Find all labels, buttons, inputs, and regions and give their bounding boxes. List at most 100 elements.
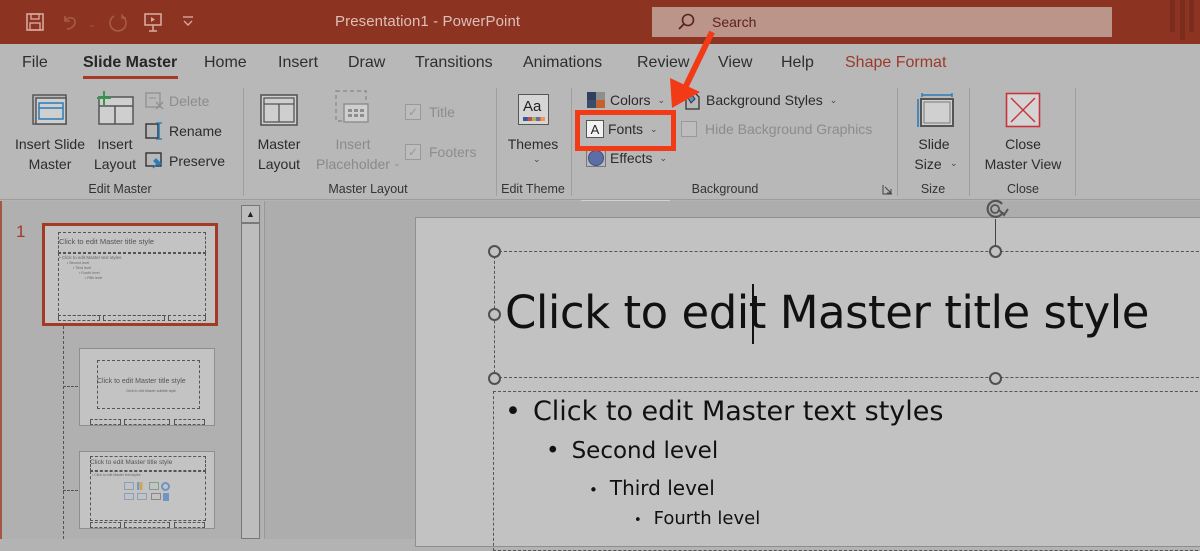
tab-insert[interactable]: Insert: [278, 54, 318, 72]
thumb-footer: [124, 522, 170, 528]
delete-button[interactable]: Delete: [145, 89, 209, 113]
colors-label: Colors: [610, 92, 651, 108]
close-master-view-icon: [1005, 92, 1041, 128]
preserve-button[interactable]: Preserve: [145, 149, 225, 173]
delete-label: Delete: [169, 93, 210, 109]
themes-label: Themes: [507, 136, 559, 152]
hide-background-graphics-label: Hide Background Graphics: [705, 121, 873, 137]
insert-layout-icon: [97, 91, 134, 125]
background-dialog-launcher-icon[interactable]: [882, 184, 893, 195]
effects-icon: [586, 149, 606, 167]
resize-handle[interactable]: [488, 308, 501, 321]
present-from-start-icon[interactable]: [143, 12, 163, 34]
tab-view[interactable]: View: [718, 54, 752, 72]
master-layout-group-label: Master Layout: [328, 182, 408, 196]
layout-thumbnail-title-content[interactable]: Click to edit Master title style • Click…: [79, 451, 215, 529]
effects-label: Effects: [610, 150, 653, 166]
insert-layout-label-1: Insert: [97, 136, 133, 152]
insert-placeholder-icon: [335, 90, 369, 123]
insert-slide-master-icon: [32, 94, 67, 125]
slide-master-thumbnail[interactable]: Click to edit Master title style • Click…: [42, 223, 218, 326]
thumb-level: • Second level: [67, 261, 90, 265]
slide-size-button[interactable]: Slide Size ⌄: [902, 88, 966, 178]
slide-number: 1: [16, 222, 26, 241]
thumb-title-text: Click to edit Master title style: [59, 237, 155, 246]
active-tab-indicator: [83, 76, 178, 79]
insert-slide-master-label-1: Insert Slide: [14, 136, 86, 152]
thumb-footer-number: [174, 522, 205, 528]
rotate-handle-stem: [995, 219, 996, 246]
background-group-label: Background: [691, 182, 759, 196]
window-control-edge: [1189, 0, 1194, 32]
resize-handle[interactable]: [488, 372, 501, 385]
bullet-level-3[interactable]: • Third level: [589, 476, 715, 500]
bullet-icon: •: [589, 481, 598, 499]
close-master-view-label-1: Close: [1005, 136, 1041, 152]
bullet-level-4[interactable]: • Fourth level: [634, 508, 760, 529]
footers-checkbox[interactable]: ✓ Footers: [405, 140, 476, 164]
bullet-level-2[interactable]: • Second level: [546, 438, 718, 464]
icons-icon: [163, 493, 169, 501]
search-input[interactable]: Search: [652, 7, 1112, 37]
rotate-handle-icon[interactable]: [983, 197, 1009, 221]
bullet-level-1-text: Click to edit Master text styles: [532, 396, 944, 427]
tab-slide-master[interactable]: Slide Master: [83, 54, 177, 72]
master-layout-label-1: Master: [257, 136, 301, 152]
thumb-footer-date: [90, 419, 121, 425]
undo-icon[interactable]: [60, 12, 80, 32]
insert-placeholder-button[interactable]: Insert Placeholder ⌄: [306, 88, 401, 178]
background-styles-chevron-icon: ⌄: [829, 94, 838, 105]
bullet-icon: •: [505, 396, 521, 427]
insert-layout-label-2: Layout: [93, 156, 137, 172]
bullet-level-3-text: Third level: [609, 476, 715, 500]
resize-handle[interactable]: [488, 245, 501, 258]
bullet-level-1[interactable]: • Click to edit Master text styles: [505, 396, 943, 427]
resize-handle[interactable]: [989, 245, 1002, 258]
smartart-icon: [149, 482, 159, 490]
search-placeholder: Search: [712, 14, 757, 30]
layout-thumbnail-title-slide[interactable]: Click to edit Master title style Click t…: [79, 348, 215, 426]
scroll-up-arrow-icon[interactable]: ▲: [242, 206, 259, 224]
tab-file[interactable]: File: [22, 54, 48, 72]
insert-placeholder-chevron-icon: ⌄: [393, 158, 401, 168]
slide-size-chevron-icon: ⌄: [950, 158, 958, 168]
master-layout-button[interactable]: Master Layout: [252, 88, 306, 178]
hide-background-graphics-checkbox[interactable]: Hide Background Graphics: [681, 117, 872, 141]
preserve-pin-icon: [145, 152, 163, 169]
slide-title-text[interactable]: Click to edit Master title style: [505, 286, 1149, 339]
resize-handle[interactable]: [989, 372, 1002, 385]
title-check-icon: ✓: [405, 104, 421, 120]
thumbnail-scrollbar[interactable]: ▲: [241, 205, 260, 539]
customize-toolbar-icon[interactable]: [181, 15, 195, 29]
group-separator: [1075, 88, 1076, 196]
redo-icon[interactable]: [107, 12, 129, 34]
layout-connector-branch: [63, 490, 78, 491]
thumb-footer: [103, 315, 165, 321]
thumb-level: • Third level: [73, 266, 92, 270]
title-bar: ⌄ Presentation1 - PowerPoint Search: [0, 0, 1200, 44]
close-master-view-button[interactable]: Close Master View: [976, 88, 1070, 178]
themes-button[interactable]: Aa Themes ⌄: [502, 88, 564, 178]
tab-transitions[interactable]: Transitions: [415, 54, 493, 72]
insert-slide-master-label-2: Master: [28, 156, 72, 172]
tab-shape-format[interactable]: Shape Format: [845, 54, 946, 72]
layout-connector-branch: [63, 386, 78, 387]
thumb-title-text: Click to edit Master title style: [97, 378, 186, 385]
tab-help[interactable]: Help: [781, 54, 814, 72]
tab-draw[interactable]: Draw: [348, 54, 385, 72]
rename-icon: [145, 122, 162, 140]
save-icon[interactable]: [25, 12, 45, 32]
window-title: Presentation1 - PowerPoint: [335, 13, 521, 30]
themes-icon: Aa: [518, 94, 549, 125]
tab-home[interactable]: Home: [204, 54, 247, 72]
colors-button[interactable]: Colors ⌄: [586, 88, 665, 112]
undo-dropdown-icon[interactable]: ⌄: [88, 14, 96, 34]
insert-layout-button[interactable]: Insert Layout: [92, 88, 138, 178]
title-checkbox[interactable]: ✓ Title: [405, 100, 455, 124]
insert-slide-master-button[interactable]: Insert Slide Master: [8, 88, 92, 178]
chart-icon: [137, 482, 145, 490]
rename-button[interactable]: Rename: [145, 119, 222, 143]
tab-animations[interactable]: Animations: [523, 54, 602, 72]
colors-icon: [587, 92, 605, 108]
insert-placeholder-label-2: Placeholder: [316, 156, 390, 172]
